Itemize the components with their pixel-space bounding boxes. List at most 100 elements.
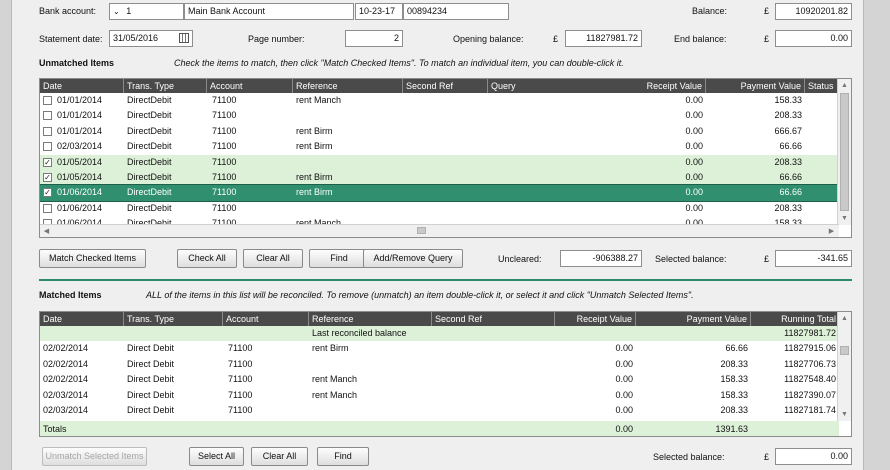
col-date[interactable]: Date (40, 312, 124, 326)
col-running-total[interactable]: Running Total (751, 312, 839, 326)
col-trans-type[interactable]: Trans. Type (124, 79, 207, 93)
select-all-button[interactable]: Select All (189, 447, 244, 466)
col-account[interactable]: Account (223, 312, 309, 326)
checkbox-icon[interactable] (43, 203, 52, 213)
opening-balance-field[interactable]: 11827981.72 (565, 30, 642, 47)
col-trans-type[interactable]: Trans. Type (124, 312, 223, 326)
col-receipt-value[interactable]: Receipt Value (555, 312, 636, 326)
cell-receipt: 0.00 (615, 374, 633, 385)
scroll-left-icon[interactable]: ◀ (40, 225, 53, 237)
cell-running: 11827915.06 (784, 343, 836, 354)
scroll-right-icon[interactable]: ▶ (825, 225, 838, 237)
statement-date-field[interactable]: 31/05/2016 (109, 30, 193, 47)
unmatched-hscrollbar[interactable]: ◀ ▶ (40, 224, 839, 237)
cell-account: 71100 (212, 141, 237, 152)
cell-receipt: 0.00 (685, 187, 703, 198)
matched-row[interactable]: 02/03/2014 Direct Debit 71100 rent Manch 0.0… (40, 388, 839, 403)
cell-payment: 208.33 (774, 202, 802, 213)
matched-vscrollbar[interactable]: ▲ ▼ (837, 312, 851, 421)
matched-row[interactable]: 02/02/2014 Direct Debit 71100 0.00 208.33 118… (40, 357, 839, 372)
cell-payment: 158.33 (774, 95, 802, 105)
col-date[interactable]: Date (40, 79, 124, 93)
matched-selected-currency: £ (764, 452, 770, 462)
col-second-ref[interactable]: Second Ref (432, 312, 555, 326)
find-button[interactable]: Find (309, 249, 369, 268)
page-number-field[interactable]: 2 (345, 30, 403, 47)
cell-date: 02/03/2014 (57, 141, 103, 152)
statement-date-value: 31/05/2016 (113, 33, 159, 43)
clear-all-button[interactable]: Clear All (251, 447, 308, 466)
checkbox-checked-icon[interactable]: ✓ (43, 173, 52, 182)
col-account[interactable]: Account (207, 79, 293, 93)
unmatched-items-grid[interactable]: Date Trans. Type Account Reference Secon… (39, 78, 852, 238)
unmatched-instructions: Check the items to match, then click "Ma… (174, 58, 624, 68)
totals-receipt: 0.00 (615, 424, 633, 434)
cell-date: 02/03/2014 (43, 405, 89, 415)
matched-selected-balance-field: 0.00 (775, 448, 852, 465)
scroll-thumb[interactable] (840, 93, 849, 211)
cell-account: 71100 (228, 405, 253, 415)
unmatched-row[interactable]: 02/03/2014 DirectDebit 71100 rent Birm 0.00 6… (40, 139, 839, 154)
unmatched-vscrollbar[interactable]: ▲ ▼ (837, 79, 851, 225)
add-remove-query-button[interactable]: Add/Remove Query (363, 249, 463, 268)
cell-type: Direct Debit (127, 343, 175, 354)
col-receipt-value[interactable]: Receipt Value (606, 79, 706, 93)
end-balance-label: End balance: (674, 34, 727, 44)
cell-receipt: 0.00 (615, 358, 633, 369)
cell-type: Direct Debit (127, 358, 175, 369)
matched-row[interactable]: 02/02/2014 Direct Debit 71100 rent Manch 0.0… (40, 372, 839, 387)
calendar-icon[interactable] (179, 33, 189, 43)
cell-payment: 66.66 (725, 343, 748, 354)
unmatch-selected-items-button[interactable]: Unmatch Selected Items (42, 447, 147, 466)
cell-account: 71100 (212, 125, 237, 136)
checkbox-icon[interactable] (43, 126, 52, 136)
col-payment-value[interactable]: Payment Value (706, 79, 805, 93)
clear-all-button[interactable]: Clear All (243, 249, 303, 268)
scroll-up-icon[interactable]: ▲ (838, 312, 851, 325)
selected-currency: £ (764, 254, 770, 264)
unmatched-row[interactable]: 01/01/2014 DirectDebit 71100 rent Birm 0.00 6… (40, 124, 839, 139)
col-second-ref[interactable]: Second Ref (403, 79, 488, 93)
end-balance-field[interactable]: 0.00 (775, 30, 852, 47)
hscroll-thumb[interactable] (417, 227, 426, 234)
opening-currency: £ (553, 34, 559, 44)
scroll-up-icon[interactable]: ▲ (838, 79, 851, 92)
bank-account-select[interactable]: ⌄ 1 (109, 3, 184, 20)
cell-date: 01/05/2014 (57, 156, 103, 167)
matched-row[interactable]: 02/03/2014 Direct Debit 71100 0.00 208.33 118… (40, 403, 839, 418)
find-button[interactable]: Find (317, 447, 369, 466)
col-reference[interactable]: Reference (309, 312, 432, 326)
cell-type: DirectDebit (127, 156, 172, 167)
scroll-down-icon[interactable]: ▼ (838, 408, 851, 421)
scroll-down-icon[interactable]: ▼ (838, 212, 851, 225)
cell-reference: rent Manch (312, 389, 358, 400)
cell-reference: rent Manch (296, 95, 342, 105)
opening-balance-label: Opening balance: (453, 34, 524, 44)
matched-items-grid[interactable]: Date Trans. Type Account Reference Secon… (39, 311, 852, 437)
matched-row[interactable]: 02/02/2014 Direct Debit 71100 rent Birm 0.00… (40, 341, 839, 356)
last-reconciled-row[interactable]: Last reconciled balance 11827981.72 (40, 326, 839, 342)
col-reference[interactable]: Reference (293, 79, 403, 93)
cell-date: 01/06/2014 (57, 187, 103, 198)
checkbox-icon[interactable] (43, 96, 52, 105)
cell-receipt: 0.00 (685, 172, 703, 182)
checkbox-icon[interactable] (43, 142, 52, 152)
unmatched-row[interactable]: 01/01/2014 DirectDebit 71100 0.00 208.33 (40, 108, 839, 123)
unmatched-row[interactable]: ✓ 01/05/2014 DirectDebit 71100 0.00 208.33 (40, 154, 839, 170)
unmatched-row[interactable]: ✓ 01/05/2014 DirectDebit 71100 rent Birm 0.00… (40, 170, 839, 186)
checkbox-icon[interactable] (43, 111, 52, 121)
unmatched-row[interactable]: 01/06/2014 DirectDebit 71100 0.00 208.33 (40, 201, 839, 216)
col-payment-value[interactable]: Payment Value (636, 312, 751, 326)
unmatched-row[interactable]: ✓ 01/06/2014 DirectDebit 71100 rent Birm 0.00… (40, 184, 840, 202)
cell-payment: 66.66 (779, 187, 802, 198)
checkbox-checked-icon[interactable]: ✓ (43, 188, 52, 198)
unmatched-row[interactable]: 01/01/2014 DirectDebit 71100 rent Manch 0.00… (40, 93, 839, 108)
scroll-thumb[interactable] (840, 346, 849, 355)
checkbox-checked-icon[interactable]: ✓ (43, 157, 52, 167)
selected-balance-label: Selected balance: (655, 254, 727, 264)
cell-receipt: 0.00 (685, 110, 703, 121)
cell-account: 71100 (212, 95, 237, 105)
col-status[interactable]: Status (805, 79, 839, 93)
check-all-button[interactable]: Check All (177, 249, 237, 268)
match-checked-items-button[interactable]: Match Checked Items (39, 249, 146, 268)
